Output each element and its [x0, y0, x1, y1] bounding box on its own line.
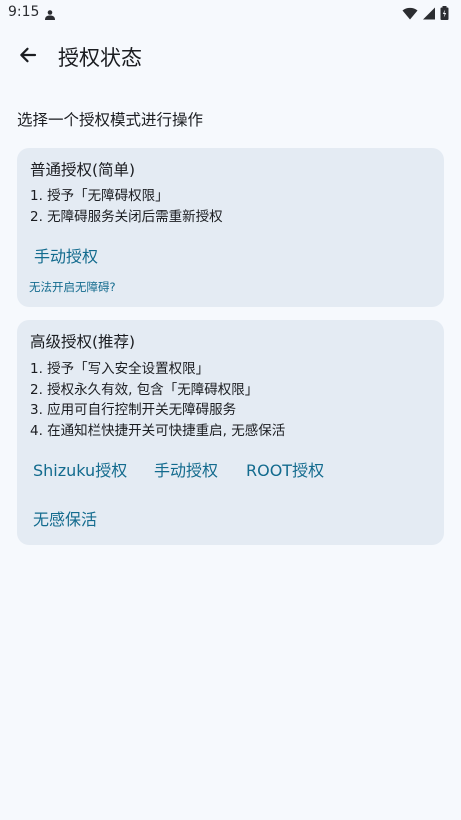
advanced-auth-title: 高级授权(推荐)	[30, 333, 136, 351]
advanced-manual-auth-button[interactable]: 手动授权	[154, 457, 218, 481]
root-auth-button[interactable]: ROOT授权	[246, 457, 324, 481]
accessibility-help-link[interactable]: 无法开启无障碍?	[29, 279, 116, 295]
arrow-left-icon	[18, 45, 38, 69]
page-subtitle: 选择一个授权模式进行操作	[17, 111, 204, 129]
status-time: 9:15	[8, 4, 40, 20]
signal-icon	[422, 5, 436, 24]
step-line: 1. 授予「无障碍权限」	[30, 188, 169, 204]
basic-manual-auth-button[interactable]: 手动授权	[34, 243, 98, 267]
step-line: 3. 应用可自行控制开关无障碍服务	[30, 402, 237, 418]
page-title: 授权状态	[58, 46, 142, 70]
keepalive-button[interactable]: 无感保活	[33, 506, 97, 530]
back-button[interactable]	[14, 43, 42, 71]
status-icons	[402, 5, 449, 24]
step-line: 4. 在通知栏快捷开关可快捷重启, 无感保活	[30, 422, 286, 439]
basic-auth-title: 普通授权(简单)	[30, 161, 136, 179]
step-line: 2. 无障碍服务关闭后需重新授权	[30, 208, 223, 225]
wifi-icon	[402, 5, 418, 24]
app-bar: 授权状态	[0, 34, 461, 80]
advanced-auth-card: 高级授权(推荐) 1. 授予「写入安全设置权限」 2. 授权永久有效, 包含「无…	[17, 320, 444, 545]
advanced-auth-steps: 1. 授予「写入安全设置权限」 2. 授权永久有效, 包含「无障碍权限」 3. …	[30, 359, 285, 441]
step-line: 1. 授予「写入安全设置权限」	[30, 361, 210, 377]
status-bar: 9:15	[0, 0, 461, 26]
basic-auth-card: 普通授权(简单) 1. 授予「无障碍权限」 2. 无障碍服务关闭后需重新授权 手…	[17, 148, 444, 307]
step-line: 2. 授权永久有效, 包含「无障碍权限」	[30, 381, 259, 398]
battery-icon	[440, 5, 449, 24]
person-icon	[44, 6, 56, 25]
shizuku-auth-button[interactable]: Shizuku授权	[33, 457, 127, 481]
basic-auth-steps: 1. 授予「无障碍权限」 2. 无障碍服务关闭后需重新授权	[30, 186, 223, 227]
